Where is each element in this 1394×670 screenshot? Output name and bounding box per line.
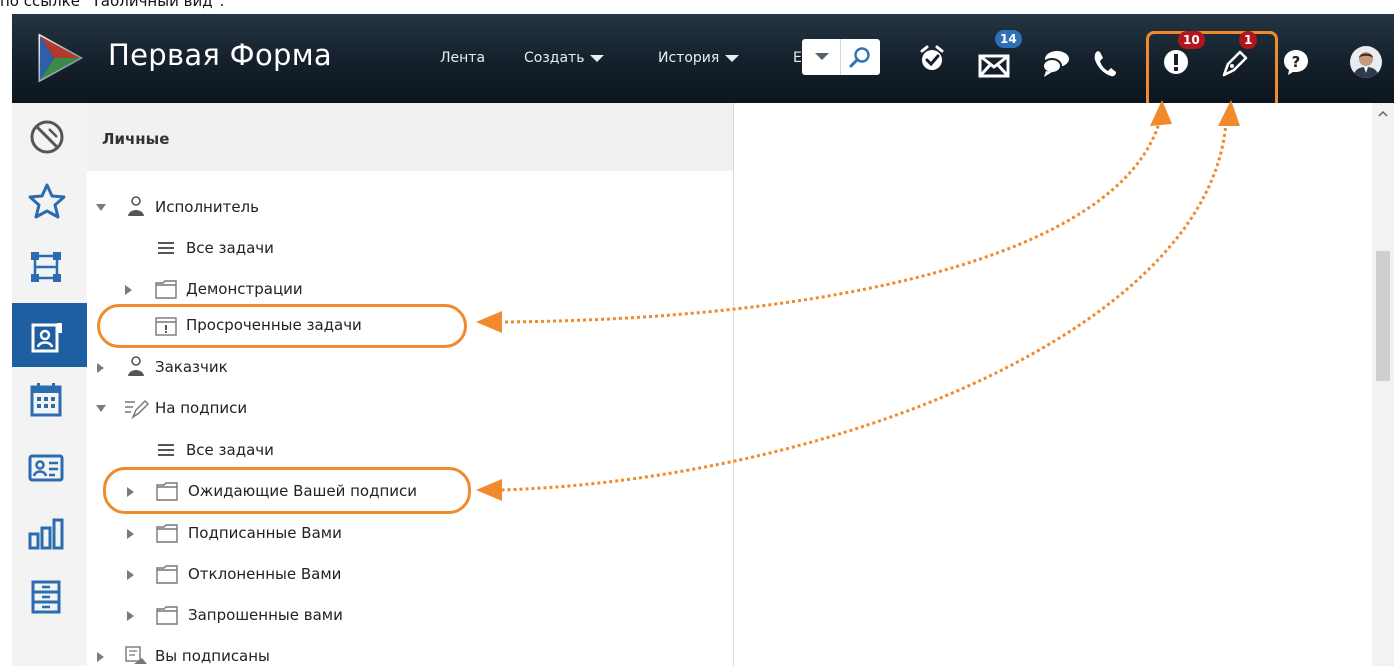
tree-node-signing-rejected[interactable]: Отклоненные Вами bbox=[87, 562, 387, 588]
subscription-icon bbox=[125, 646, 147, 664]
nav-history-label: История bbox=[658, 50, 720, 66]
expand-arrow-icon[interactable] bbox=[127, 611, 134, 621]
scrollbar[interactable] bbox=[1372, 103, 1394, 666]
nav-truncated[interactable]: Е bbox=[793, 50, 802, 66]
contact-card-icon bbox=[28, 454, 64, 482]
avatar[interactable] bbox=[1350, 46, 1382, 78]
rail-contacts[interactable] bbox=[12, 434, 87, 498]
unpin-icon bbox=[30, 120, 64, 154]
scroll-thumb[interactable] bbox=[1376, 251, 1390, 381]
alarm-clock-icon[interactable] bbox=[917, 44, 947, 74]
person-icon bbox=[128, 356, 144, 376]
exclamation-icon[interactable] bbox=[1162, 47, 1192, 77]
list-icon bbox=[158, 242, 174, 254]
tree-node-signing-signed[interactable]: Подписанные Вами bbox=[87, 521, 387, 547]
folder-icon bbox=[156, 565, 178, 584]
tree-label: На подписи bbox=[155, 399, 248, 417]
tree-node-signing-all[interactable]: Все задачи bbox=[87, 438, 387, 464]
calendar-icon bbox=[30, 383, 62, 417]
tree-node-signing[interactable]: На подписи bbox=[87, 396, 387, 422]
waiting-signature-highlight bbox=[103, 467, 471, 514]
mail-icon[interactable] bbox=[978, 50, 1010, 80]
chevron-down-icon bbox=[590, 54, 605, 62]
nav-create[interactable]: Создать bbox=[524, 50, 605, 66]
expand-arrow-icon[interactable] bbox=[97, 363, 104, 373]
tree-label: Все задачи bbox=[186, 441, 274, 459]
rail-archive[interactable] bbox=[12, 564, 87, 628]
signature-icon bbox=[125, 399, 149, 419]
rail-personal[interactable] bbox=[12, 303, 87, 367]
pen-icon[interactable] bbox=[1220, 48, 1250, 78]
nav-truncated-label: Е bbox=[793, 50, 802, 66]
folder-icon bbox=[155, 280, 177, 299]
overdue-highlight bbox=[97, 304, 467, 348]
nav-feed-label: Лента bbox=[440, 50, 486, 66]
tree-node-executor[interactable]: Исполнитель bbox=[87, 195, 387, 221]
structure-icon bbox=[31, 252, 61, 282]
search-box[interactable] bbox=[802, 39, 880, 75]
panel-title: Личные bbox=[102, 130, 170, 148]
folder-icon bbox=[156, 606, 178, 625]
chevron-down-icon bbox=[725, 54, 740, 62]
tree-node-executor-demo[interactable]: Демонстрации bbox=[87, 277, 387, 303]
expand-arrow-icon[interactable] bbox=[97, 652, 104, 662]
list-icon bbox=[158, 444, 174, 456]
chevron-down-icon bbox=[815, 53, 829, 60]
tree-label: Подписанные Вами bbox=[188, 524, 342, 542]
rail-calendar[interactable] bbox=[12, 367, 87, 431]
help-icon[interactable]: ? bbox=[1281, 47, 1311, 77]
personal-panel: Личные Исполнитель Все задачи Демонстрац… bbox=[87, 103, 734, 666]
expand-arrow-icon[interactable] bbox=[127, 570, 134, 580]
rail-favorites[interactable] bbox=[12, 169, 87, 233]
phone-icon[interactable] bbox=[1092, 48, 1118, 78]
brand-title[interactable]: Первая Форма bbox=[108, 38, 332, 72]
alerts-badge: 10 bbox=[1178, 31, 1205, 49]
tree-label: Запрошенные вами bbox=[188, 606, 343, 624]
personal-tasks-icon bbox=[31, 323, 62, 353]
expand-arrow-icon[interactable] bbox=[125, 285, 132, 295]
panel-header: Личные bbox=[87, 103, 733, 171]
svg-text:?: ? bbox=[1292, 53, 1301, 71]
chart-icon bbox=[28, 518, 64, 550]
tree-label: Вы подписаны bbox=[155, 647, 270, 665]
rail-reports[interactable] bbox=[12, 500, 87, 564]
chat-icon[interactable] bbox=[1041, 48, 1071, 78]
expand-arrow-icon[interactable] bbox=[127, 529, 134, 539]
rail-unpin[interactable] bbox=[12, 105, 87, 169]
tree-label: Все задачи bbox=[186, 239, 274, 257]
nav-history[interactable]: История bbox=[658, 50, 740, 66]
user-avatar-icon bbox=[1353, 52, 1379, 78]
person-icon bbox=[128, 196, 144, 216]
tree-label: Демонстрации bbox=[186, 280, 303, 298]
top-navigation-bar: Первая Форма Лента Создать История Е 14 bbox=[12, 14, 1394, 110]
tree-node-subscribed[interactable]: Вы подписаны bbox=[87, 644, 387, 670]
rail-structure[interactable] bbox=[12, 234, 87, 298]
expand-arrow-icon[interactable] bbox=[96, 204, 106, 211]
page-caption: по ссылке "Табличный вид". bbox=[0, 0, 225, 10]
mail-badge: 14 bbox=[995, 30, 1022, 48]
expand-arrow-icon[interactable] bbox=[96, 405, 106, 412]
content-pane bbox=[734, 103, 1372, 666]
tree-node-executor-all[interactable]: Все задачи bbox=[87, 236, 387, 262]
left-rail bbox=[12, 103, 88, 666]
tree-label: Отклоненные Вами bbox=[188, 565, 342, 583]
tree-label: Заказчик bbox=[155, 358, 228, 376]
folder-icon bbox=[156, 524, 178, 543]
logo-icon[interactable] bbox=[32, 32, 84, 84]
star-icon bbox=[28, 183, 66, 219]
nav-create-label: Создать bbox=[524, 50, 585, 66]
tree-node-signing-requested[interactable]: Запрошенные вами bbox=[87, 603, 387, 629]
search-scope-dropdown[interactable] bbox=[802, 39, 841, 75]
nav-feed[interactable]: Лента bbox=[440, 50, 485, 66]
search-icon[interactable] bbox=[848, 46, 872, 68]
cabinet-icon bbox=[31, 580, 61, 614]
tree-node-customer[interactable]: Заказчик bbox=[87, 355, 387, 381]
tree-label: Исполнитель bbox=[155, 198, 259, 216]
scroll-up-icon[interactable] bbox=[1378, 109, 1388, 119]
